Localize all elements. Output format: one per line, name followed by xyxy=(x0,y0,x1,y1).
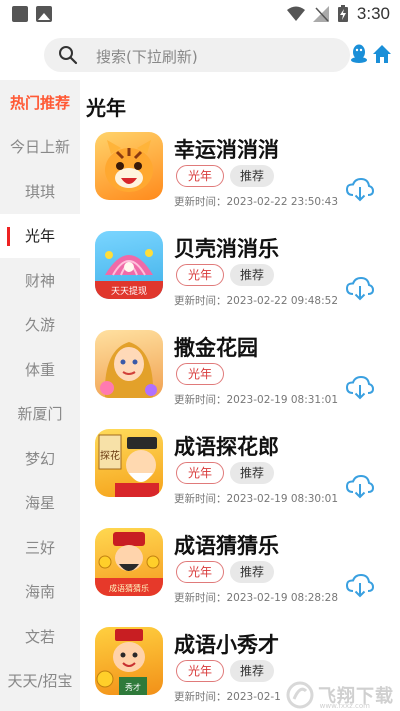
app-icon-scholar: 探花 xyxy=(95,429,163,497)
category-tag: 光年 xyxy=(176,165,225,187)
sidebar-item-haixing[interactable]: 海星 xyxy=(0,481,80,526)
app-name: 撒金花园 xyxy=(174,336,258,360)
update-time: 更新时间：2023-02-22 09:48:52 xyxy=(174,295,339,307)
app-item[interactable]: 撒金花园 光年 更新时间：2023-02-19 08:31:01 xyxy=(80,330,400,430)
recommend-tag: 推荐 xyxy=(230,462,275,484)
update-time: 更新时间：2023-02-22 23:50:43 xyxy=(174,196,339,208)
recommend-tag: 推荐 xyxy=(230,165,275,187)
app-name: 贝壳消消乐 xyxy=(174,237,279,261)
wifi-icon xyxy=(286,6,305,21)
image-notification-icon xyxy=(36,6,52,22)
watermark-url: www.fxxz.com xyxy=(319,702,370,710)
sidebar-item-tizhong[interactable]: 体重 xyxy=(0,347,80,392)
cloud-download-icon[interactable] xyxy=(346,376,374,400)
category-tag: 光年 xyxy=(176,462,225,484)
no-signal-icon xyxy=(312,6,329,22)
app-name: 成语小秀才 xyxy=(174,633,279,657)
app-icon-fortune-god: 成语猜猜乐 xyxy=(95,528,163,596)
app-icon-garden-girl xyxy=(95,330,163,398)
section-title: 光年 xyxy=(86,96,126,120)
watermark-logo-icon xyxy=(286,681,314,709)
tag-row: 光年 推荐 xyxy=(176,462,275,484)
header-icons xyxy=(350,44,392,64)
search-placeholder: 搜索(下拉刷新) xyxy=(96,48,198,66)
qq-penguin-icon[interactable] xyxy=(350,44,368,64)
search-icon xyxy=(59,46,78,65)
update-time: 更新时间：2023-02-1 xyxy=(174,691,281,703)
sidebar-item-xinxiamen[interactable]: 新厦门 xyxy=(0,392,80,437)
recommend-tag: 推荐 xyxy=(230,264,275,286)
scholar-kid-icon-label: 秀才 xyxy=(125,682,141,692)
search-input[interactable]: 搜索(下拉刷新) xyxy=(44,38,350,72)
tag-row: 光年 推荐 xyxy=(176,165,275,187)
recommend-tag: 推荐 xyxy=(230,660,275,682)
sidebar-item-menghuan[interactable]: 梦幻 xyxy=(0,436,80,481)
cloud-download-icon[interactable] xyxy=(346,574,374,598)
app-name: 成语猜猜乐 xyxy=(174,534,279,558)
notification-icons xyxy=(12,6,52,22)
sidebar-item-guangnian[interactable]: 光年 xyxy=(0,213,80,258)
system-icons: 3:30 xyxy=(286,4,390,24)
home-icon[interactable] xyxy=(372,44,392,64)
tag-row: 光年 推荐 xyxy=(176,561,275,583)
app-item[interactable]: 幸运消消消 光年 推荐 更新时间：2023-02-22 23:50:43 xyxy=(80,132,400,232)
search-header: 搜索(下拉刷新) xyxy=(0,30,400,80)
recommend-tag: 推荐 xyxy=(230,561,275,583)
cloud-download-icon[interactable] xyxy=(346,178,374,202)
scholar-icon-label: 探花 xyxy=(100,449,120,462)
sidebar-item-jiuyou[interactable]: 久游 xyxy=(0,303,80,348)
shell-icon-label: 天天提现 xyxy=(111,286,147,297)
app-item[interactable]: 成语猜猜乐 成语猜猜乐 光年 推荐 更新时间：2023-02-19 08:28:… xyxy=(80,528,400,628)
sidebar-item-tiantian-zhaobao[interactable]: 天天/招宝 xyxy=(0,659,80,704)
category-tag: 光年 xyxy=(176,363,225,385)
sidebar-item-hot[interactable]: 热门推荐 xyxy=(0,80,80,125)
cloud-download-icon[interactable] xyxy=(346,277,374,301)
category-tag: 光年 xyxy=(176,264,225,286)
sidebar-item-caishen[interactable]: 财神 xyxy=(0,258,80,303)
sidebar-item-sanhao[interactable]: 三好 xyxy=(0,525,80,570)
sidebar-item-new-today[interactable]: 今日上新 xyxy=(0,125,80,170)
cloud-download-icon[interactable] xyxy=(346,475,374,499)
app-icon-shell: 天天提现 xyxy=(95,231,163,299)
sidebar-item-wenruo[interactable]: 文若 xyxy=(0,614,80,659)
tag-row: 光年 推荐 xyxy=(176,660,275,682)
app-icon-tiger xyxy=(95,132,163,200)
app-list-panel: 光年 幸运消消消 光年 推荐 更新时间：2023-02-22 23:50:43 xyxy=(80,80,400,711)
app-name: 幸运消消消 xyxy=(174,138,279,162)
battery-charging-icon xyxy=(337,5,348,22)
category-tag: 光年 xyxy=(176,660,225,682)
update-time: 更新时间：2023-02-19 08:30:01 xyxy=(174,493,339,505)
tag-row: 光年 xyxy=(176,363,225,385)
watermark: 飞翔下载 www.fxxz.com xyxy=(286,681,394,710)
app-icon-little-scholar: 秀才 xyxy=(95,627,163,695)
category-sidebar: 热门推荐 今日上新 琪琪 光年 财神 久游 体重 新厦门 梦幻 海星 三好 海南… xyxy=(0,80,80,711)
app-item[interactable]: 天天提现 贝壳消消乐 光年 推荐 更新时间：2023-02-22 09:48:5… xyxy=(80,231,400,331)
app-item[interactable]: 探花 成语探花郎 光年 推荐 更新时间：2023-02-19 08:30:01 xyxy=(80,429,400,529)
sidebar-item-qiqi[interactable]: 琪琪 xyxy=(0,169,80,214)
tag-row: 光年 推荐 xyxy=(176,264,275,286)
clock: 3:30 xyxy=(356,4,390,23)
update-time: 更新时间：2023-02-19 08:31:01 xyxy=(174,394,339,406)
sidebar-item-hainan[interactable]: 海南 xyxy=(0,570,80,615)
category-tag: 光年 xyxy=(176,561,225,583)
status-bar: 3:30 xyxy=(0,0,400,30)
app-notification-icon xyxy=(12,6,28,22)
update-time: 更新时间：2023-02-19 08:28:28 xyxy=(174,592,339,604)
app-name: 成语探花郎 xyxy=(174,435,279,459)
fortune-icon-label: 成语猜猜乐 xyxy=(109,583,149,593)
